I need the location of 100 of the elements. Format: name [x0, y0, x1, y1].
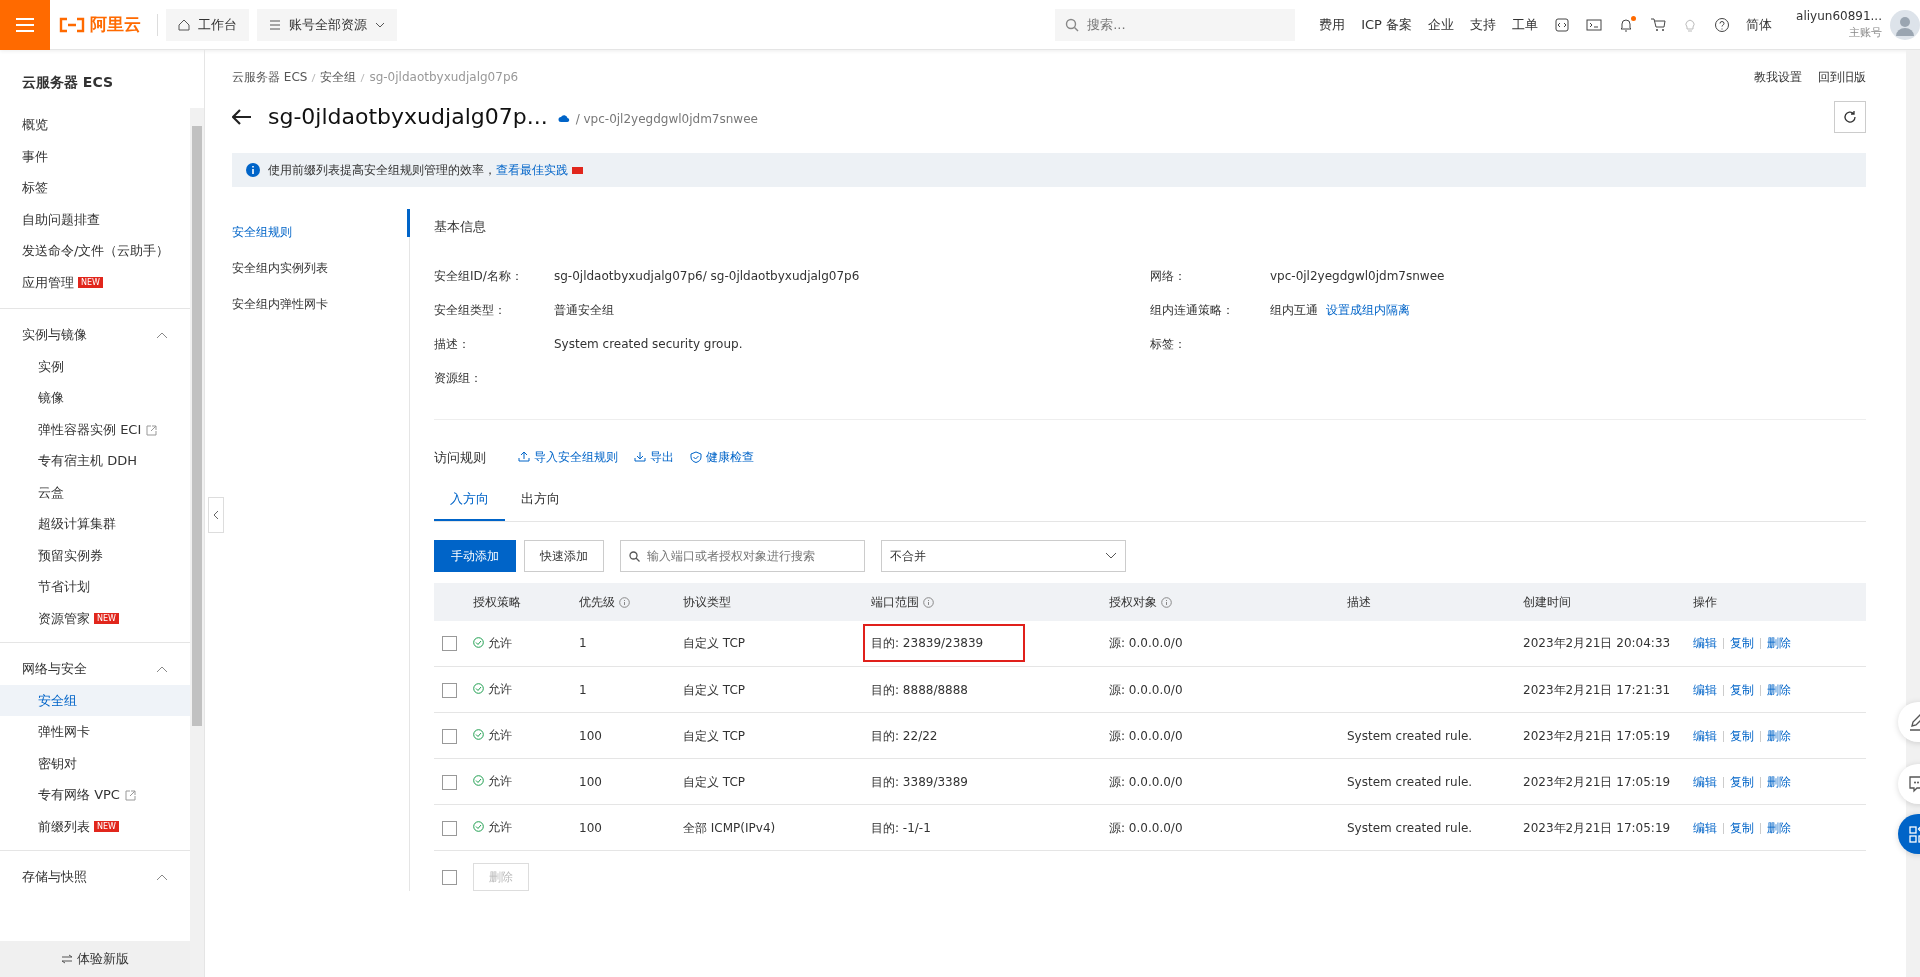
sidebar-item[interactable]: 应用管理 NEW — [0, 266, 190, 298]
field-label: 资源组： — [434, 369, 483, 387]
help-icon[interactable] — [1714, 16, 1731, 33]
breadcrumb-link[interactable]: 安全组 — [320, 68, 357, 86]
direction-tab[interactable]: 出方向 — [505, 481, 576, 521]
breadcrumb-link[interactable]: 云服务器 ECS — [232, 68, 308, 86]
field-label: 安全组类型： — [434, 301, 507, 319]
sidebar-item[interactable]: 超级计算集群 — [0, 508, 190, 540]
sidebar-item[interactable]: 弹性容器实例 ECI — [0, 413, 190, 445]
nav-link[interactable]: 企业 — [1428, 14, 1455, 35]
row-action-link[interactable]: 复制 — [1730, 774, 1754, 789]
row-action-link[interactable]: 编辑 — [1693, 728, 1717, 743]
row-action-link[interactable]: 复制 — [1730, 820, 1754, 835]
sidebar-item[interactable]: 概览 — [0, 109, 190, 141]
home-icon — [178, 18, 190, 31]
language-link[interactable]: 简体 — [1746, 14, 1773, 35]
table-cell: 1 — [579, 682, 587, 697]
cart-icon[interactable] — [1650, 16, 1667, 33]
merge-select[interactable]: 不合并 — [881, 539, 1126, 572]
subnav-item[interactable]: 安全组规则 — [232, 223, 292, 241]
row-action-link[interactable]: 删除 — [1767, 728, 1791, 743]
sidebar-item[interactable]: 专有网络 VPC — [0, 779, 190, 811]
add-rule-button[interactable]: 手动添加 — [434, 539, 516, 572]
sidebar-item[interactable]: 镜像 — [0, 382, 190, 414]
back-button[interactable] — [232, 108, 252, 125]
sidebar-item[interactable]: 弹性网卡 — [0, 716, 190, 748]
header-link[interactable]: 教我设置 — [1754, 68, 1802, 86]
row-checkbox[interactable] — [442, 636, 457, 652]
sidebar-item[interactable]: 自助问题排查 — [0, 203, 190, 235]
sidebar-item[interactable]: 密钥对 — [0, 747, 190, 779]
notice-link[interactable]: 查看最佳实践 — [496, 161, 568, 179]
sidebar-item[interactable]: 实例 — [0, 350, 190, 382]
table-cell: 自定义 TCP — [683, 774, 746, 789]
terminal-icon[interactable] — [1586, 16, 1603, 33]
row-action-link[interactable]: 删除 — [1767, 636, 1791, 651]
nav-link[interactable]: 支持 — [1470, 14, 1497, 35]
row-action-link[interactable]: 复制 — [1730, 682, 1754, 697]
subnav-item[interactable]: 安全组内实例列表 — [232, 259, 328, 277]
resource-dropdown[interactable]: 账号全部资源 — [257, 8, 397, 41]
row-action-link[interactable]: 编辑 — [1693, 820, 1717, 835]
direction-tab[interactable]: 入方向 — [434, 481, 505, 521]
table-cell: 100 — [579, 728, 602, 743]
sidebar-item[interactable]: 事件 — [0, 140, 190, 172]
workbench-button[interactable]: 工作台 — [166, 8, 249, 41]
menu-button[interactable] — [0, 0, 50, 50]
row-action-link[interactable]: 编辑 — [1693, 774, 1717, 789]
row-checkbox[interactable] — [442, 820, 457, 836]
code-icon[interactable] — [1554, 16, 1571, 33]
table-cell: 2023年2月21日 17:21:31 — [1523, 682, 1671, 697]
scrollbar-thumb[interactable] — [192, 126, 202, 726]
nav-link[interactable]: ICP 备案 — [1361, 14, 1413, 35]
back-arrow-icon — [232, 108, 252, 125]
header-link[interactable]: 回到旧版 — [1818, 68, 1866, 86]
action-link[interactable]: 健康检查 — [690, 448, 754, 467]
row-action-link[interactable]: 删除 — [1767, 682, 1791, 697]
section-header[interactable]: 存储与快照 — [0, 861, 190, 893]
quick-add-button[interactable]: 快速添加 — [524, 539, 604, 572]
table-cell: 源: 0.0.0.0/0 — [1109, 820, 1183, 835]
avatar-icon[interactable] — [1890, 9, 1920, 40]
sidebar-item[interactable]: 标签 — [0, 172, 190, 204]
section-header[interactable]: 网络与安全 — [0, 653, 190, 685]
refresh-button[interactable] — [1834, 100, 1866, 133]
sidebar-item[interactable]: 专有宿主机 DDH — [0, 445, 190, 477]
switch-version-button[interactable]: 体验新版 — [0, 941, 190, 977]
field-value: 组内互通 — [1270, 301, 1318, 319]
action-link[interactable]: 导出 — [634, 448, 674, 467]
sidebar-item[interactable]: 资源管家 NEW — [0, 602, 190, 634]
new-badge: NEW — [94, 613, 119, 624]
action-link[interactable]: 导入安全组规则 — [518, 448, 618, 467]
row-action-link[interactable]: 复制 — [1730, 728, 1754, 743]
sidebar-item[interactable]: 节省计划 — [0, 571, 190, 603]
row-action-link[interactable]: 删除 — [1767, 820, 1791, 835]
new-badge-icon — [572, 166, 583, 174]
row-checkbox[interactable] — [442, 774, 457, 790]
section-header[interactable]: 实例与镜像 — [0, 319, 190, 351]
account-name[interactable]: aliyun60891... — [1796, 7, 1882, 26]
sidebar-item[interactable]: 安全组 — [0, 684, 190, 716]
search-icon — [629, 550, 640, 562]
menu-icon — [15, 16, 35, 33]
search-field[interactable]: 搜索... — [1055, 8, 1296, 41]
nav-link[interactable]: 工单 — [1512, 14, 1539, 35]
field-link[interactable]: 设置成组内隔离 — [1326, 300, 1410, 319]
sidebar-item[interactable]: 云盒 — [0, 476, 190, 508]
section-title: 基本信息 — [434, 218, 487, 236]
sidebar-item[interactable]: 预留实例券 — [0, 539, 190, 571]
select-all-checkbox[interactable] — [442, 869, 457, 885]
row-action-link[interactable]: 复制 — [1730, 636, 1754, 651]
row-checkbox[interactable] — [442, 682, 457, 698]
sidebar-item[interactable]: 发送命令/文件（云助手） — [0, 235, 190, 267]
check-circle-icon — [473, 637, 484, 648]
row-action-link[interactable]: 编辑 — [1693, 636, 1717, 651]
sidebar-item[interactable]: 前缀列表 NEW — [0, 810, 190, 842]
row-action-link[interactable]: 删除 — [1767, 774, 1791, 789]
rule-search-field[interactable]: 输入端口或者授权对象进行搜索 — [620, 539, 865, 572]
highlighted-port: 目的: 23839/23839 — [865, 626, 1024, 661]
row-checkbox[interactable] — [442, 728, 457, 744]
row-action-link[interactable]: 编辑 — [1693, 682, 1717, 697]
collapse-handle[interactable] — [208, 497, 224, 533]
subnav-item[interactable]: 安全组内弹性网卡 — [232, 295, 328, 313]
nav-link[interactable]: 费用 — [1319, 14, 1346, 35]
